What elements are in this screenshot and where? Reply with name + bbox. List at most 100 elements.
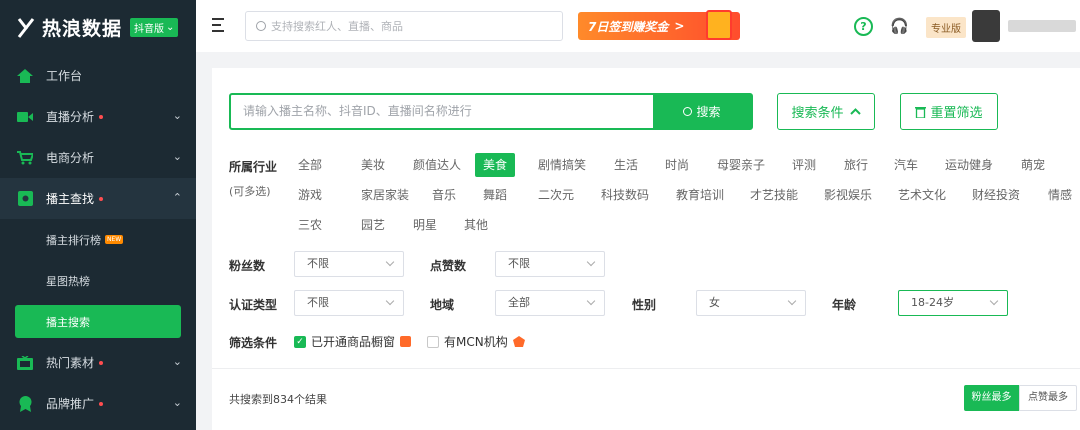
sidebar-item-live-analysis[interactable]: 直播分析 ⌄ [0, 96, 196, 137]
sidebar: 热浪数据 抖音版 ⌄ 工作台 直播分析 ⌄ 电商分析 ⌄ 播主查找 ⌃ 播主排行榜… [0, 0, 196, 430]
sidebar-item-label: 直播分析 [46, 110, 95, 124]
search-panel: 请输入播主名称、抖音ID、直播间名称进行 搜索 搜索条件 重置筛选 所属行业 (… [212, 68, 1080, 430]
gender-value: 女 [709, 296, 720, 309]
likes-select[interactable]: 不限 [495, 251, 605, 277]
industry-tag[interactable]: 运动健身 [937, 153, 1001, 177]
industry-tag[interactable]: 旅行 [836, 153, 876, 177]
industry-tag[interactable]: 才艺技能 [742, 183, 806, 207]
host-search-input[interactable]: 请输入播主名称、抖音ID、直播间名称进行 搜索 [229, 93, 753, 130]
sidebar-item-hot-materials[interactable]: 热门素材 ⌄ [0, 342, 196, 383]
chevron-down-icon [385, 257, 395, 267]
new-dot [99, 114, 104, 119]
industry-tag[interactable]: 游戏 [290, 183, 330, 207]
industry-tag[interactable]: 园艺 [353, 213, 393, 237]
sidebar-item-label: 工作台 [46, 69, 83, 83]
gender-select[interactable]: 女 [696, 290, 806, 316]
sort-most-likes-button[interactable]: 点赞最多 [1019, 385, 1077, 411]
sidebar-item-label: 品牌推广 [46, 397, 95, 411]
region-label: 地域 [430, 298, 455, 312]
industry-tag[interactable]: 舞蹈 [475, 183, 515, 207]
sidebar-subitem-label: 播主搜索 [46, 315, 90, 329]
filter-option-label: 已开通商品橱窗 [311, 335, 396, 349]
search-icon [256, 21, 266, 31]
checkin-banner[interactable]: 7日签到赚奖金 > [578, 10, 740, 40]
fans-select[interactable]: 不限 [294, 251, 404, 277]
chevron-down-icon: ⌄ [172, 109, 182, 122]
sidebar-item-brand-promotion[interactable]: 品牌推广 ⌄ [0, 383, 196, 424]
industry-tag[interactable]: 颜值达人 [405, 153, 469, 177]
new-badge: NEW [105, 235, 124, 244]
filter-mcn-checkbox[interactable]: 有MCN机构 [427, 333, 525, 350]
likes-label: 点赞数 [430, 259, 467, 273]
sidebar-item-label: 电商分析 [46, 151, 95, 165]
industry-tag[interactable]: 生活 [606, 153, 646, 177]
chevron-down-icon: ⌄ [166, 22, 175, 33]
industry-tag[interactable]: 美食 [475, 153, 516, 177]
sidebar-item-ecommerce-analysis[interactable]: 电商分析 ⌄ [0, 137, 196, 178]
menu-toggle-icon[interactable] [212, 18, 228, 32]
industry-tag[interactable]: 三农 [290, 213, 330, 237]
verify-label: 认证类型 [229, 298, 278, 312]
search-icon [683, 107, 693, 116]
sort-most-fans-button[interactable]: 粉丝最多 [964, 385, 1019, 411]
banner-arrow: > [674, 19, 685, 33]
industry-tag[interactable]: 汽车 [886, 153, 926, 177]
version-badge-label: 抖音版 [134, 24, 165, 35]
industry-tag[interactable]: 时尚 [657, 153, 697, 177]
industry-tag[interactable]: 美妆 [353, 153, 393, 177]
industry-tag[interactable]: 萌宠 [1013, 153, 1053, 177]
video-camera-icon [16, 108, 34, 126]
chevron-down-icon: ⌄ [172, 396, 182, 409]
search-conditions-button[interactable]: 搜索条件 [777, 93, 875, 130]
username-blurred[interactable] [1008, 20, 1076, 32]
industry-tag[interactable]: 其他 [456, 213, 496, 237]
reset-filters-button[interactable]: 重置筛选 [900, 93, 998, 130]
industry-tag[interactable]: 明星 [405, 213, 445, 237]
industry-tag[interactable]: 音乐 [424, 183, 464, 207]
industry-tag[interactable]: 二次元 [530, 183, 582, 207]
cart-icon [16, 149, 34, 167]
sidebar-item-workbench[interactable]: 工作台 [0, 55, 196, 96]
version-badge[interactable]: 抖音版 ⌄ [130, 18, 179, 37]
result-count: 共搜索到834个结果 [229, 393, 327, 406]
industry-tag[interactable]: 教育培训 [668, 183, 732, 207]
industry-tag[interactable]: 艺术文化 [890, 183, 954, 207]
search-button[interactable]: 搜索 [653, 95, 751, 128]
likes-value: 不限 [508, 257, 530, 270]
industry-tag[interactable]: 全部 [290, 153, 330, 177]
industry-tag[interactable]: 影视娱乐 [816, 183, 880, 207]
sidebar-subitem-host-search[interactable]: 播主搜索 [15, 305, 181, 338]
sidebar-subitem-star-chart[interactable]: 星图热榜 [0, 260, 196, 301]
reset-label: 重置筛选 [930, 106, 983, 121]
headset-icon[interactable]: 🎧 [890, 17, 909, 36]
search-button-label: 搜索 [696, 105, 721, 119]
chevron-up-icon [849, 108, 861, 115]
sidebar-item-label: 播主查找 [46, 192, 95, 206]
industry-tag[interactable]: 剧情搞笑 [530, 153, 594, 177]
new-dot [99, 401, 104, 406]
logo[interactable]: 热浪数据 抖音版 ⌄ [0, 0, 196, 55]
region-select[interactable]: 全部 [495, 290, 605, 316]
filter-showcase-checkbox[interactable]: ✓ 已开通商品橱窗 [294, 333, 412, 350]
region-value: 全部 [508, 296, 530, 309]
gender-label: 性别 [632, 298, 657, 312]
industry-tag[interactable]: 科技数码 [593, 183, 657, 207]
industry-tag[interactable]: 母婴亲子 [709, 153, 773, 177]
industry-tag[interactable]: 情感 [1040, 183, 1080, 207]
sidebar-subitem-host-ranking[interactable]: 播主排行榜 NEW [0, 219, 196, 260]
industry-tag[interactable]: 财经投资 [964, 183, 1028, 207]
plan-badge: 专业版 [926, 17, 966, 38]
sidebar-item-host-finder[interactable]: 播主查找 ⌃ [0, 178, 196, 219]
verify-select[interactable]: 不限 [294, 290, 404, 316]
industry-tag[interactable]: 家居家装 [353, 183, 417, 207]
host-search-placeholder[interactable]: 请输入播主名称、抖音ID、直播间名称进行 [231, 95, 653, 128]
age-select[interactable]: 18-24岁 [898, 290, 1008, 316]
avatar[interactable] [972, 10, 1000, 42]
help-icon[interactable]: ? [854, 17, 873, 36]
global-search-input[interactable]: 支持搜索红人、直播、商品 [245, 11, 563, 41]
banner-text: 7日签到赚奖金 [588, 19, 669, 34]
app-name: 热浪数据 [42, 18, 123, 40]
industry-tag[interactable]: 评测 [784, 153, 824, 177]
logo-icon [17, 17, 35, 38]
global-search-placeholder: 支持搜索红人、直播、商品 [271, 20, 403, 33]
